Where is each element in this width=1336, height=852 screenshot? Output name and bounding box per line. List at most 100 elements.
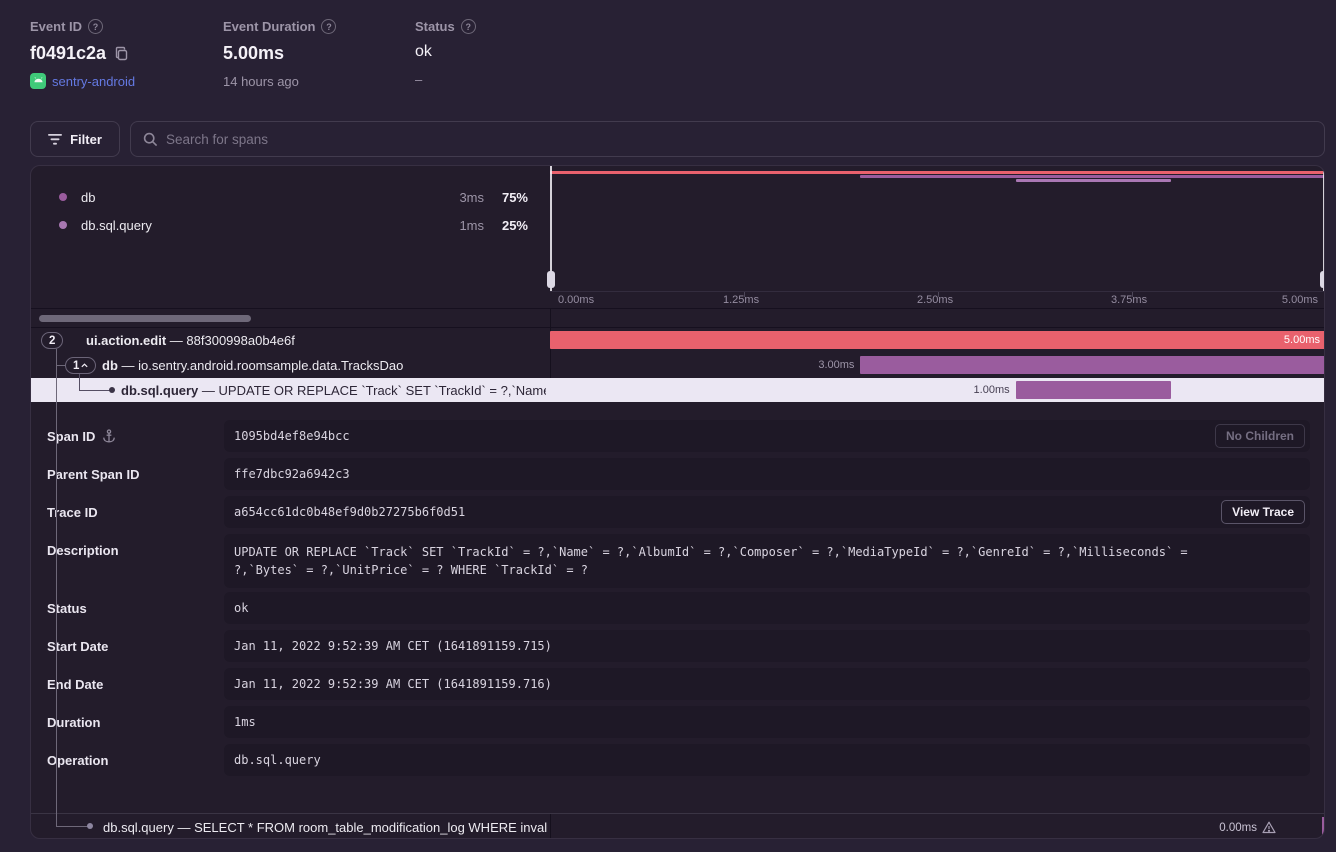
zero-duration-span-marker[interactable] (1322, 817, 1325, 838)
filter-icon (48, 134, 62, 145)
span-id-label: Span ID (47, 420, 217, 452)
span-row-db-sql-query-selected[interactable]: db.sql.query — UPDATE OR REPLACE `Track`… (31, 378, 1325, 402)
tree-bullet (87, 823, 93, 829)
filter-label: Filter (70, 132, 102, 147)
project-link[interactable]: sentry-android (52, 74, 135, 89)
operation-field-label: Operation (47, 744, 217, 776)
axis-label: 5.00ms (1282, 294, 1318, 306)
span-bar[interactable]: 5.00ms (550, 331, 1325, 349)
event-duration-value: 5.00ms (223, 43, 284, 64)
span-op: ui.action.edit (86, 333, 166, 348)
minimap-span-line (860, 175, 1325, 178)
legend-percent: 25% (502, 218, 528, 233)
legend-item-db-sql-query[interactable]: db.sql.query 1ms 25% (31, 211, 550, 239)
android-icon (30, 73, 46, 89)
filter-button[interactable]: Filter (30, 121, 120, 157)
tree-elbow-line (79, 390, 111, 391)
tree-elbow-line (56, 826, 88, 827)
no-children-button[interactable]: No Children (1215, 424, 1305, 448)
span-desc: 88f300998a0b4e6f (186, 333, 294, 348)
span-id-value-box: 1095bd4ef8e94bcc No Children (224, 420, 1310, 452)
operation-value-box: db.sql.query (224, 744, 1310, 776)
tree-scrollbar-track (31, 308, 1325, 328)
parent-span-id-value-box: ffe7dbc92a6942c3 (224, 458, 1310, 490)
event-id-label: Event ID (30, 19, 82, 34)
end-date-value-box: Jan 11, 2022 9:52:39 AM CET (1641891159.… (224, 668, 1310, 700)
badge-count: 2 (49, 335, 55, 347)
start-date-value-box: Jan 11, 2022 9:52:39 AM CET (1641891159.… (224, 630, 1310, 662)
status-field-value: ok (234, 601, 248, 615)
tree-bullet (109, 387, 115, 393)
legend-op: db (81, 190, 95, 205)
event-id-label-row: Event ID ? (30, 19, 135, 34)
status-value: ok (415, 43, 432, 61)
description-value-box: UPDATE OR REPLACE `Track` SET `TrackId` … (224, 534, 1310, 588)
help-icon[interactable]: ? (461, 19, 476, 34)
event-id-value: f0491c2a (30, 43, 106, 64)
span-op: db.sql.query (103, 820, 174, 835)
tree-vertical-line (56, 349, 57, 827)
legend-item-db[interactable]: db 3ms 75% (31, 183, 550, 211)
minimap-span-line (1016, 179, 1171, 182)
start-date-value: Jan 11, 2022 9:52:39 AM CET (1641891159.… (234, 639, 552, 653)
trace-id-label: Trace ID (47, 496, 217, 528)
axis-label: 1.25ms (723, 294, 759, 306)
span-search (130, 121, 1325, 157)
span-duration: 0.00ms (1219, 822, 1257, 834)
start-date-label: Start Date (47, 630, 217, 662)
anchor-icon[interactable] (102, 429, 116, 443)
duration-field-value: 1ms (234, 715, 256, 729)
legend-duration: 3ms (459, 190, 484, 205)
tree-elbow-line (79, 374, 80, 391)
span-row-db-sql-query-select[interactable]: db.sql.query — SELECT * FROM room_table_… (31, 813, 1325, 839)
collapse-badge[interactable]: 1 (65, 357, 96, 374)
span-count-badge[interactable]: 2 (41, 332, 63, 349)
search-icon (143, 132, 158, 147)
span-desc: UPDATE OR REPLACE `Track` SET `TrackId` … (219, 383, 546, 398)
event-duration-label: Event Duration (223, 19, 315, 34)
span-duration: 1.00ms (974, 381, 1010, 399)
span-duration: 5.00ms (1284, 331, 1320, 349)
minimap-right-grip[interactable] (1320, 271, 1325, 288)
warning-icon (1262, 821, 1276, 834)
status-sub: – (415, 72, 476, 87)
minimap-span-line (550, 171, 1325, 174)
axis-label: 2.50ms (917, 294, 953, 306)
view-trace-button[interactable]: View Trace (1221, 500, 1305, 524)
trace-minimap[interactable] (550, 166, 1325, 291)
span-row-ui-action-edit[interactable]: ui.action.edit — 88f300998a0b4e6f 5.00ms (31, 328, 1325, 353)
parent-span-id-value: ffe7dbc92a6942c3 (234, 467, 350, 481)
axis-label: 0.00ms (558, 294, 594, 306)
span-bar[interactable] (860, 356, 1325, 374)
tree-scrollbar-thumb[interactable] (39, 315, 251, 322)
chevron-up-icon (81, 363, 88, 368)
span-row-db[interactable]: db — io.sentry.android.roomsample.data.T… (31, 353, 1325, 378)
span-desc: SELECT * FROM room_table_modification_lo… (194, 820, 548, 835)
operation-field-value: db.sql.query (234, 753, 321, 767)
help-icon[interactable]: ? (321, 19, 336, 34)
span-op: db.sql.query (121, 383, 198, 398)
event-id-block: Event ID ? f0491c2a sentry-android (30, 19, 135, 89)
separator: — (122, 358, 135, 373)
span-duration: 3.00ms (818, 356, 854, 374)
badge-count: 1 (73, 360, 79, 372)
duration-value-box: 1ms (224, 706, 1310, 738)
parent-span-id-label: Parent Span ID (47, 458, 217, 490)
time-axis: 0.00ms 1.25ms 2.50ms 3.75ms 5.00ms (550, 291, 1325, 308)
help-icon[interactable]: ? (88, 19, 103, 34)
span-id-value: 1095bd4ef8e94bcc (234, 429, 350, 443)
span-bar[interactable] (1016, 381, 1171, 399)
copy-icon[interactable] (114, 46, 129, 61)
tree-stub-line (56, 365, 65, 366)
minimap-left-grip[interactable] (547, 271, 555, 288)
event-duration-block: Event Duration ? 5.00ms 14 hours ago (223, 19, 336, 89)
span-detail-page: Event ID ? f0491c2a sentry-android Event… (0, 0, 1336, 852)
legend-op: db.sql.query (81, 218, 152, 233)
search-input[interactable] (166, 132, 1312, 147)
trace-id-value-box: a654cc61dc0b48ef9d0b27275b6f0d51 View Tr… (224, 496, 1310, 528)
legend-dot (59, 221, 67, 229)
separator: — (202, 383, 215, 398)
status-field-label: Status (47, 592, 217, 624)
end-date-label: End Date (47, 668, 217, 700)
event-duration-ago: 14 hours ago (223, 74, 336, 89)
